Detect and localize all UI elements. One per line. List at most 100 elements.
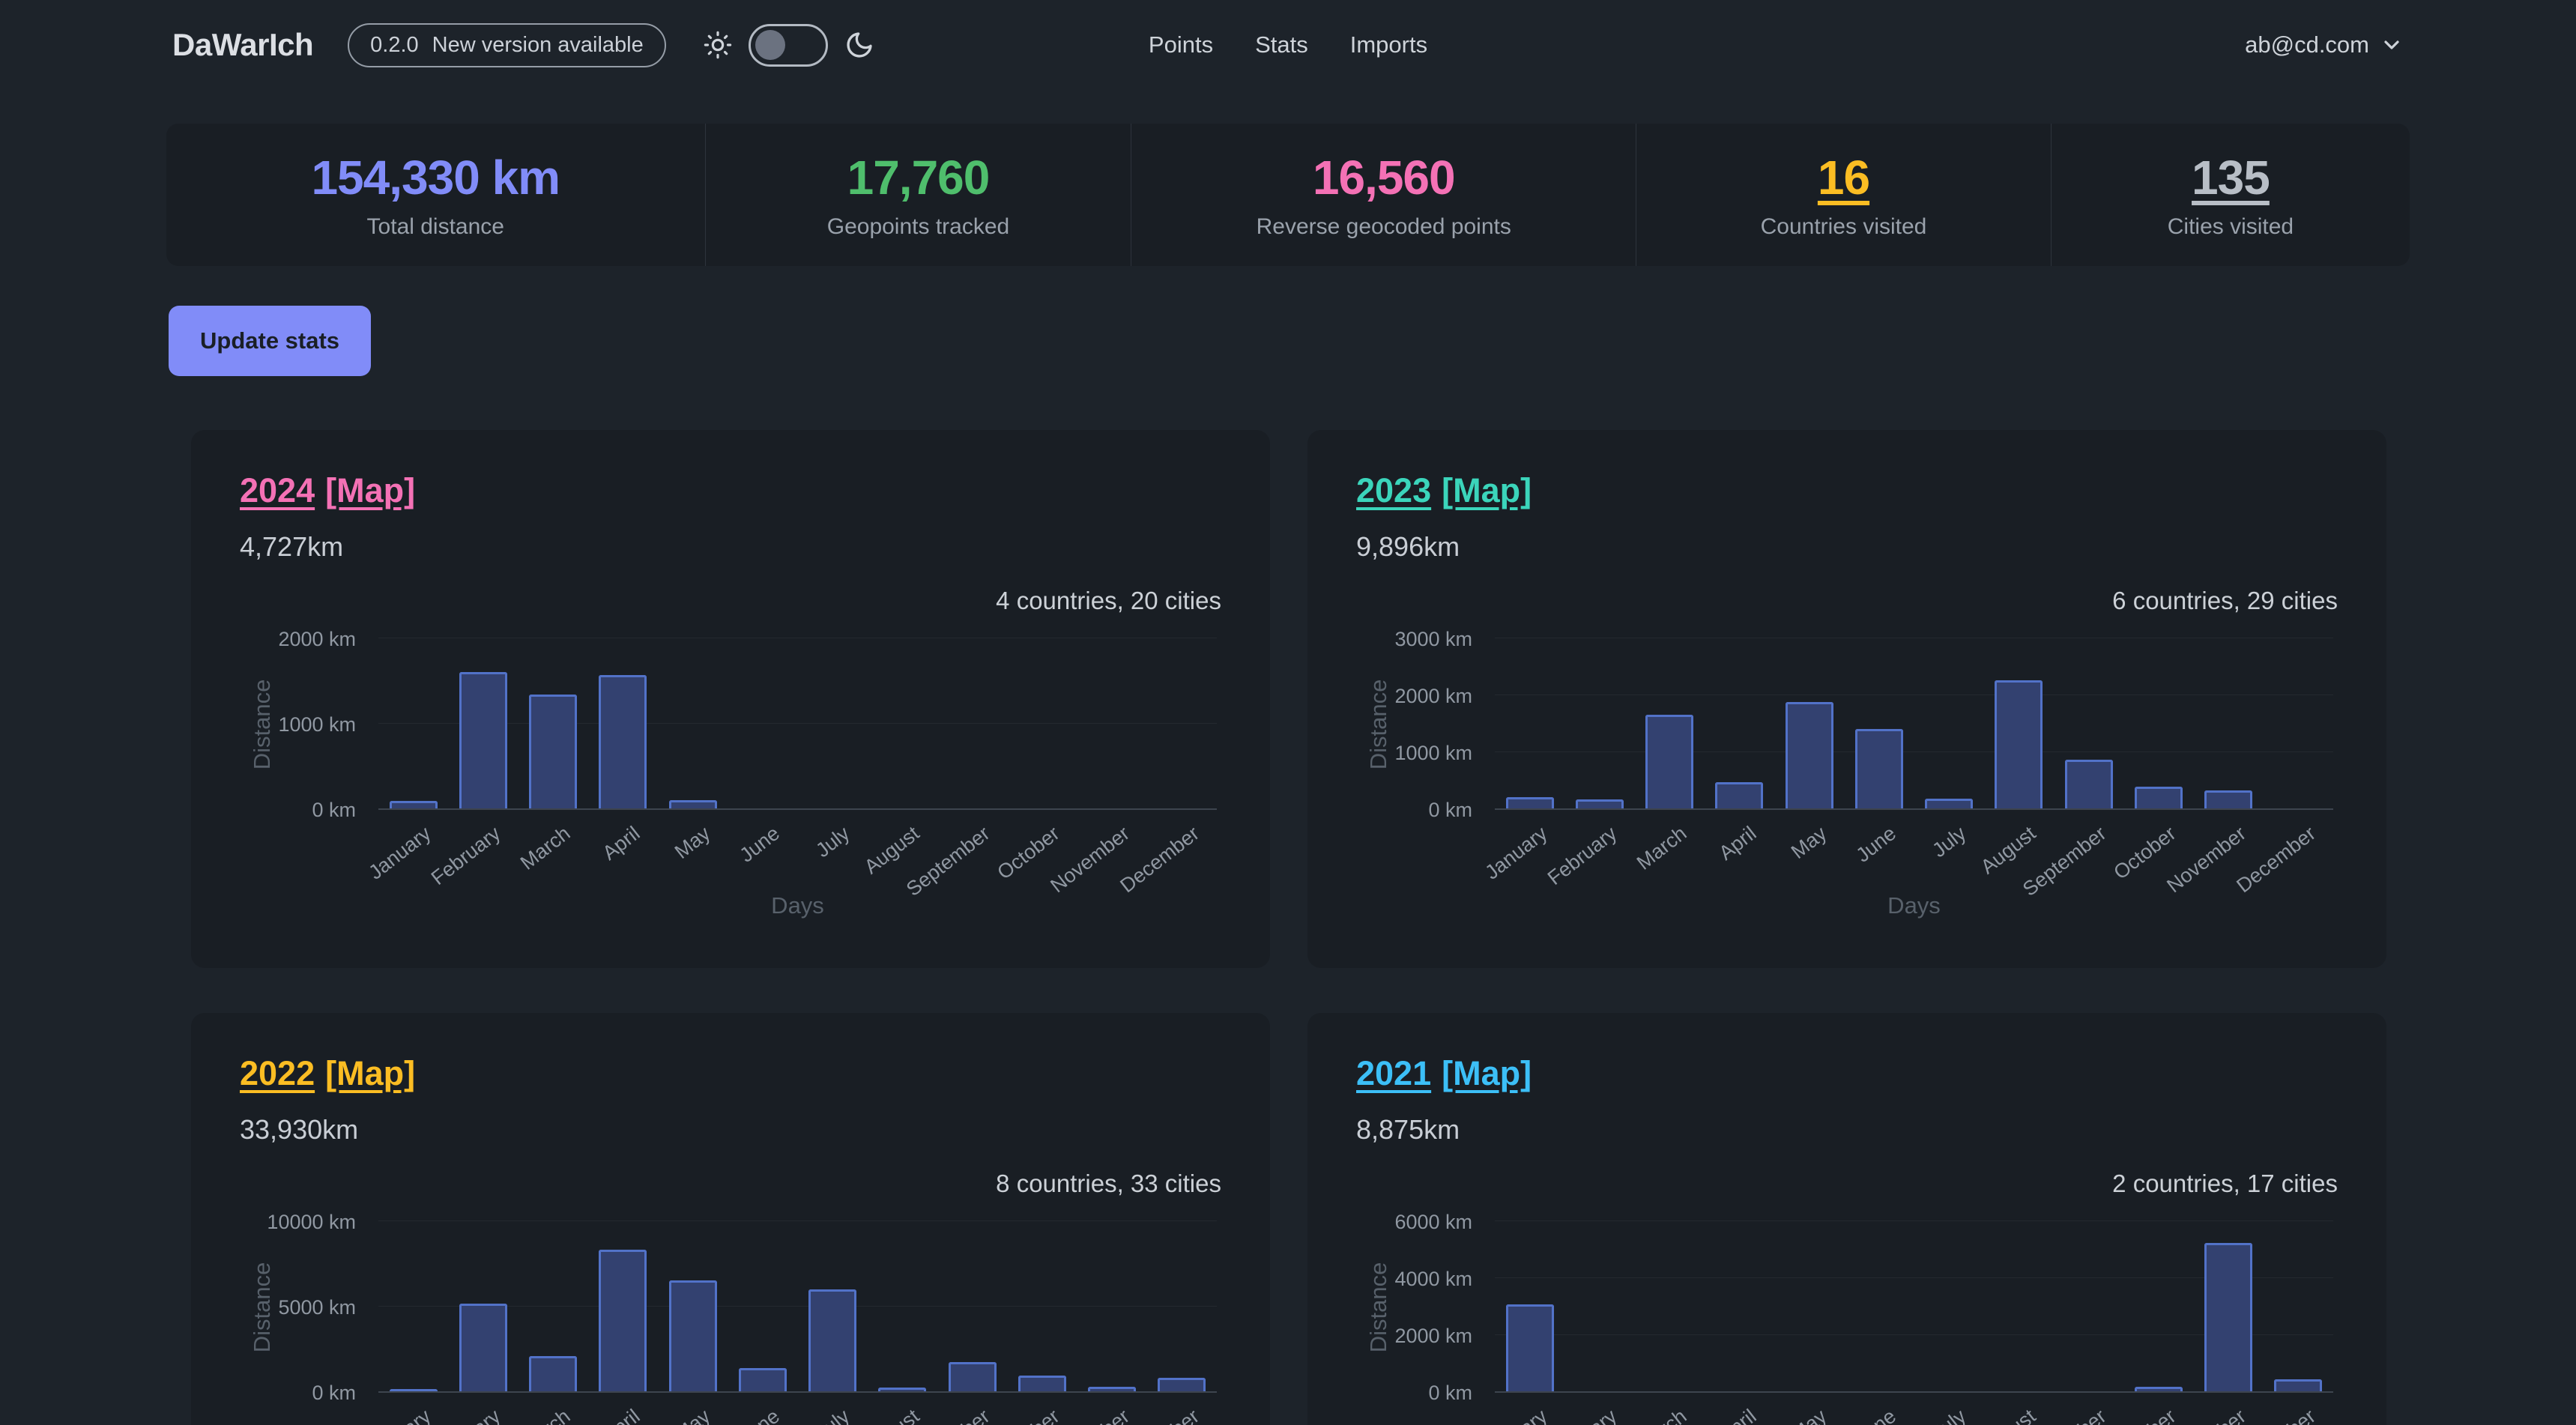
x-axis-title: Days: [1887, 892, 1941, 919]
stat-value: 154,330 km: [311, 150, 560, 205]
x-tick-label: May: [1786, 822, 1830, 864]
x-axis-title: Days: [771, 892, 824, 919]
bar-slot: [588, 1222, 658, 1391]
x-tick-label: May: [670, 822, 714, 864]
stat-label: Cities visited: [2168, 214, 2294, 240]
y-tick-label: 2000 km: [240, 628, 356, 651]
bar: [2204, 790, 2252, 808]
bar-slot: [518, 1222, 588, 1391]
bar-slot: [1914, 1222, 1984, 1391]
bar: [390, 801, 438, 808]
x-tick-label: October: [993, 1405, 1064, 1425]
stat-value[interactable]: 135: [2192, 150, 2270, 205]
bar: [1855, 729, 1903, 808]
version-number: 0.2.0: [370, 33, 419, 58]
map-link[interactable]: [Map]: [325, 471, 415, 509]
year-distance: 4,727km: [240, 531, 1221, 563]
theme-toggle[interactable]: [749, 24, 828, 67]
year-distance: 9,896km: [1356, 531, 2338, 563]
y-tick-label: 0 km: [240, 799, 356, 822]
year-card-2023: 2023 [Map] 9,896km 6 countries, 29 cities Di…: [1307, 430, 2386, 968]
year-link[interactable]: 2024: [240, 471, 315, 509]
x-tick-label: October: [2109, 1405, 2180, 1425]
bar-slot: [2054, 1222, 2123, 1391]
stat-cell: 17,760Geopoints tracked: [705, 124, 1131, 266]
bar: [1506, 797, 1554, 808]
bar: [1576, 799, 1624, 808]
stat-label: Countries visited: [1761, 214, 1927, 240]
card-title: 2024 [Map]: [240, 471, 1221, 510]
x-tick-label: January: [364, 1405, 435, 1425]
user-email: ab@cd.com: [2245, 31, 2369, 58]
bar-slot: [658, 1222, 728, 1391]
sun-icon: [704, 31, 732, 59]
bar-slot: [1077, 639, 1147, 808]
bar-slot: [2194, 639, 2264, 808]
card-title: 2022 [Map]: [240, 1054, 1221, 1093]
bar-slot: [1495, 1222, 1564, 1391]
distance-bar-chart: Distance0 km1000 km2000 kmJanuaryFebruar…: [240, 630, 1221, 934]
plot-area: [1495, 1222, 2333, 1393]
bar: [949, 1362, 997, 1391]
year-link[interactable]: 2022: [240, 1054, 315, 1092]
y-tick-label: 2000 km: [1356, 1325, 1472, 1348]
plot-area: [1495, 639, 2333, 810]
update-stats-button[interactable]: Update stats: [169, 306, 371, 376]
stat-value: 17,760: [847, 150, 990, 205]
y-tick-label: 1000 km: [240, 713, 356, 736]
distance-bar-chart: Distance0 km5000 km10000 kmJanuaryFebrua…: [240, 1213, 1221, 1425]
x-tick-label: May: [670, 1405, 714, 1425]
bar-slot: [798, 639, 868, 808]
bar: [2274, 1379, 2322, 1391]
bar: [2065, 760, 2113, 808]
x-tick-label: January: [1481, 1405, 1552, 1425]
bar-slot: [728, 1222, 797, 1391]
bar: [878, 1388, 926, 1391]
bar: [459, 1304, 507, 1391]
x-tick-label: March: [1633, 822, 1691, 875]
map-link[interactable]: [Map]: [1442, 1054, 1532, 1092]
x-tick-label: January: [1481, 822, 1552, 885]
bar: [2135, 787, 2183, 808]
nav-imports[interactable]: Imports: [1350, 31, 1427, 58]
bar-slot: [728, 639, 797, 808]
bar: [1715, 782, 1763, 808]
map-link[interactable]: [Map]: [1442, 471, 1532, 509]
y-tick-label: 0 km: [240, 1382, 356, 1405]
nav-points[interactable]: Points: [1149, 31, 1213, 58]
year-link[interactable]: 2023: [1356, 471, 1431, 509]
x-tick-label: April: [1715, 822, 1762, 865]
bar-slot: [2264, 1222, 2333, 1391]
distance-bar-chart: Distance0 km2000 km4000 km6000 kmJanuary…: [1356, 1213, 2338, 1425]
year-summary: 6 countries, 29 cities: [1356, 587, 2338, 615]
bar-slot: [2123, 639, 2193, 808]
bar-slot: [1077, 1222, 1147, 1391]
bar: [390, 1389, 438, 1391]
bar-slot: [448, 639, 518, 808]
year-card-2022: 2022[Map]33,930km8 countries, 33 citiesD…: [191, 1013, 1270, 1425]
x-tick-label: July: [811, 1405, 854, 1425]
bars: [378, 1222, 1217, 1391]
x-tick-label: July: [1928, 1405, 1971, 1425]
bar: [669, 1280, 717, 1391]
bar: [1088, 1387, 1136, 1391]
app-logo[interactable]: DaWarIch: [172, 27, 313, 63]
distance-bar-chart: Distance0 km1000 km2000 km3000 kmJanuary…: [1356, 630, 2338, 934]
bar-slot: [1984, 1222, 2054, 1391]
year-link[interactable]: 2021: [1356, 1054, 1431, 1092]
bar: [529, 695, 577, 808]
version-badge[interactable]: 0.2.0 New version available: [348, 23, 666, 67]
x-tick-label: June: [736, 1405, 784, 1425]
bar-slot: [1705, 1222, 1774, 1391]
x-tick-label: June: [1852, 822, 1901, 867]
map-link[interactable]: [Map]: [325, 1054, 415, 1092]
x-tick-label: August: [860, 1405, 924, 1425]
year-distance: 8,875km: [1356, 1114, 2338, 1146]
bar-slot: [1635, 639, 1705, 808]
nav-stats[interactable]: Stats: [1255, 31, 1308, 58]
bar-slot: [868, 639, 937, 808]
user-menu[interactable]: ab@cd.com: [2245, 31, 2404, 58]
stat-value[interactable]: 16: [1818, 150, 1869, 205]
x-tick-label: April: [1715, 1405, 1762, 1425]
x-tick-label: February: [427, 822, 505, 890]
